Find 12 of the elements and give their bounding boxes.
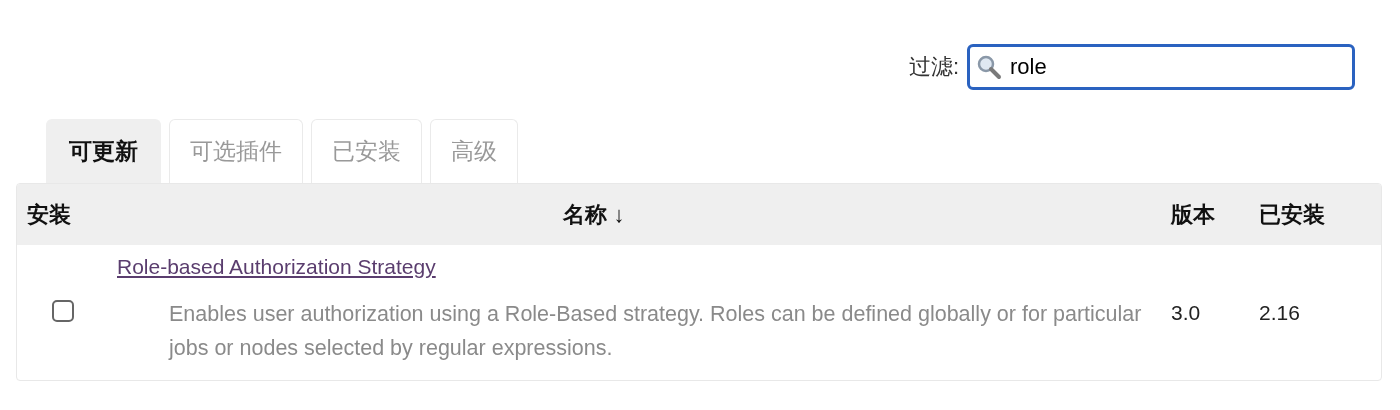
filter-label: 过滤: <box>908 53 959 81</box>
column-header[interactable]: 已安装 <box>1259 199 1381 230</box>
tab[interactable]: 可更新 <box>46 119 161 183</box>
plugin-description: Enables user authorization using a Role-Based strategy. Roles can be defined globally or for particular jobs or nodes selected by regular expressions. <box>169 301 1143 362</box>
plugin-link[interactable]: Role-based Authorization Strategy <box>117 255 436 278</box>
column-header[interactable]: 名称 ↓ <box>117 199 1171 230</box>
filter-field[interactable]: role <box>967 44 1355 90</box>
column-header[interactable]: 安装 <box>17 199 117 230</box>
checkbox[interactable] <box>52 299 74 322</box>
installed-version-cell: 2.16 <box>1259 301 1300 324</box>
column-header[interactable]: 版本 <box>1171 199 1259 230</box>
version-cell: 3.0 <box>1171 301 1201 324</box>
